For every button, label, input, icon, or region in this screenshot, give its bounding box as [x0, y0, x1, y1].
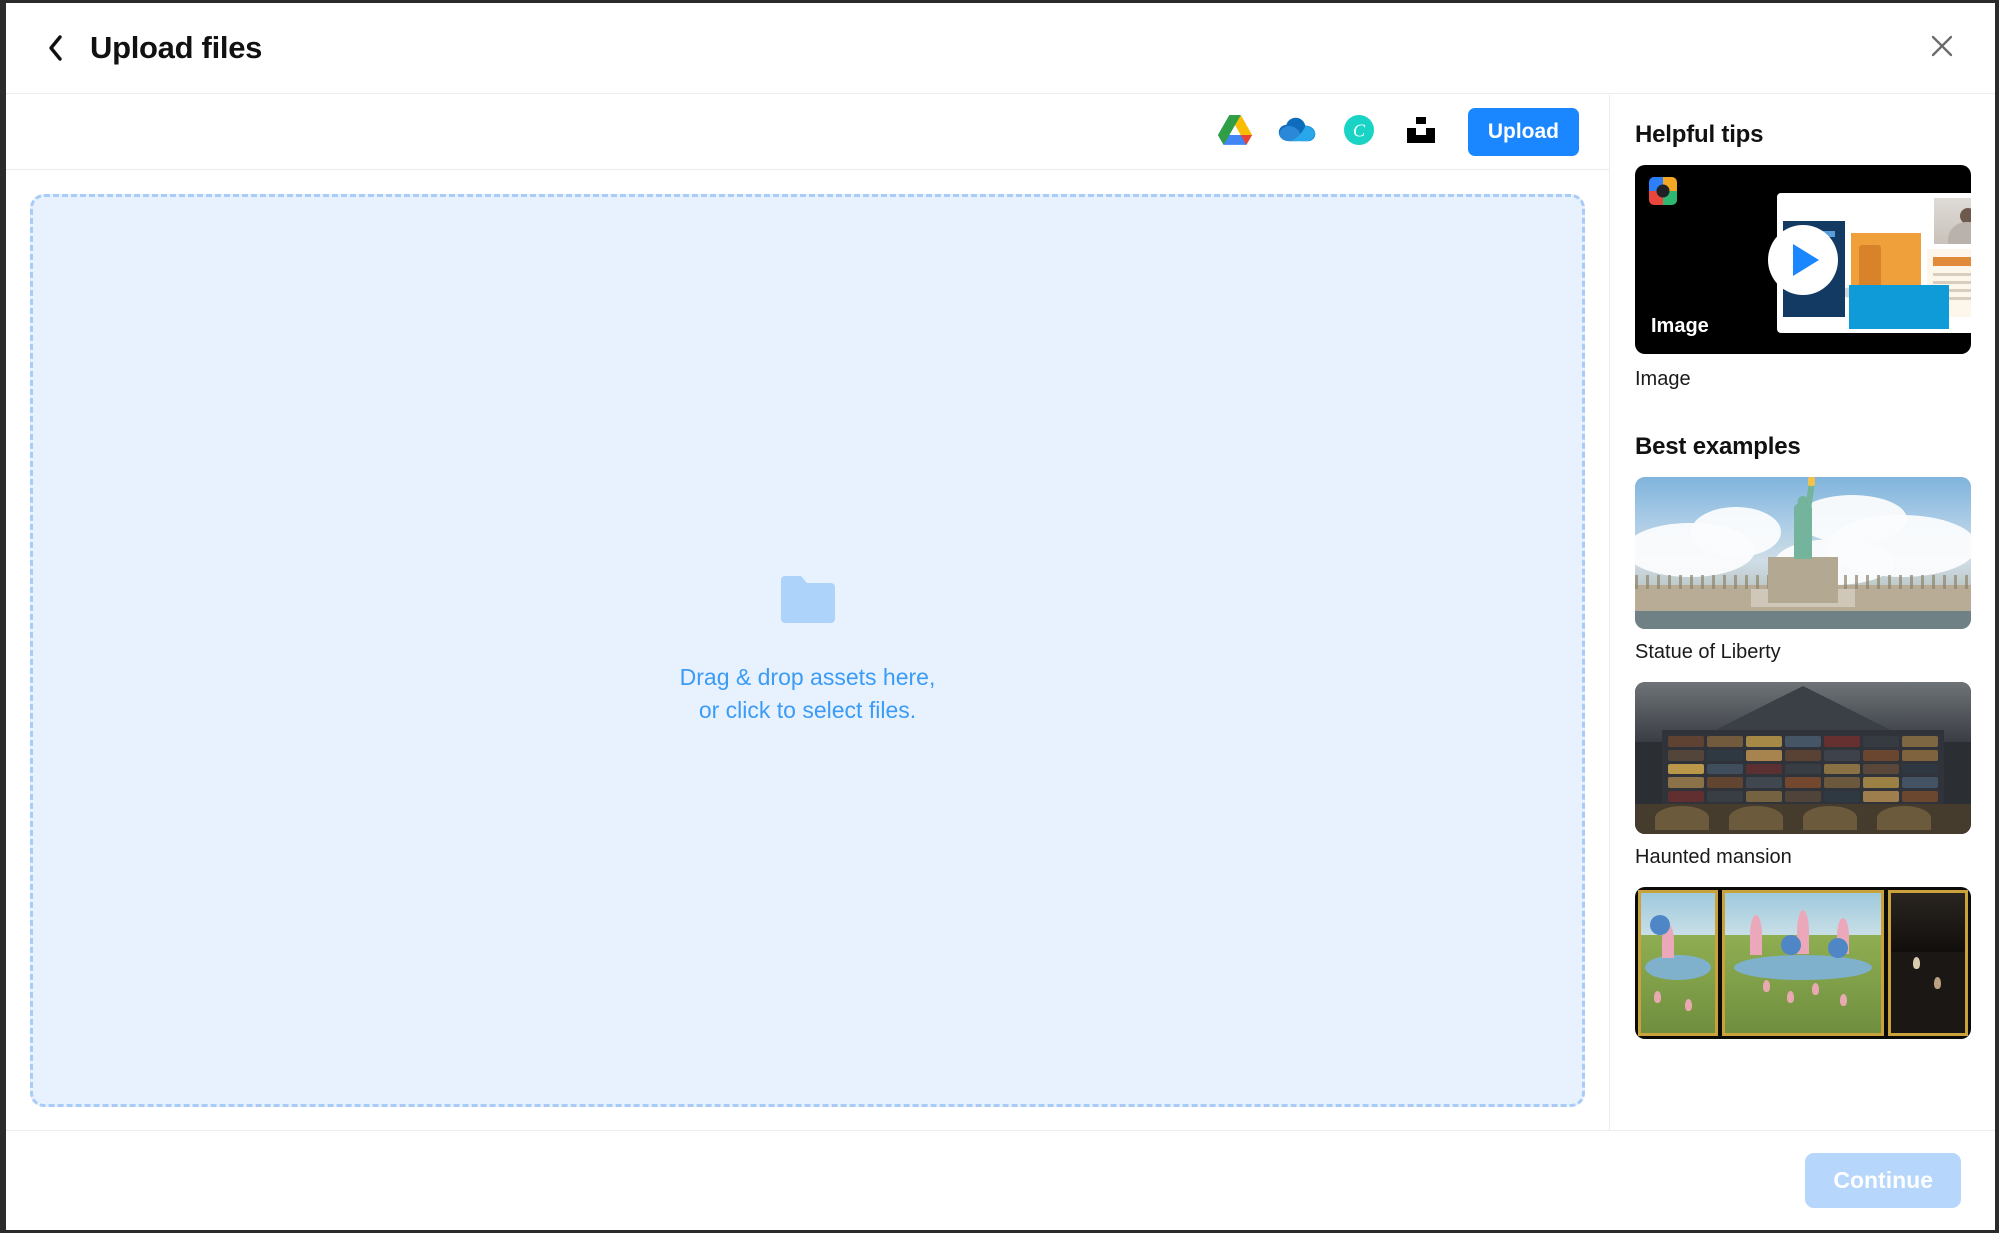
file-dropzone[interactable]: Drag & drop assets here, or click to sel…	[30, 194, 1585, 1107]
example-caption: Haunted mansion	[1635, 846, 1792, 868]
close-button[interactable]	[1921, 27, 1963, 69]
window-edge-top	[0, 0, 1999, 3]
source-canva-button[interactable]: C	[1328, 106, 1390, 158]
source-google-drive-button[interactable]	[1204, 106, 1266, 158]
folder-icon	[777, 574, 839, 631]
close-icon	[1929, 33, 1955, 64]
example-thumbnail-garden-of-earthly-delights[interactable]	[1635, 887, 1971, 1039]
upload-toolbar: C Upload	[6, 95, 1609, 170]
example-caption: Statue of Liberty	[1635, 641, 1781, 663]
example-thumbnail-statue-of-liberty[interactable]	[1635, 477, 1971, 629]
dropzone-text: Drag & drop assets here, or click to sel…	[680, 661, 936, 728]
chevron-left-icon	[45, 33, 65, 63]
upload-main-column: C Upload Drag & drop assets here, or cli…	[6, 95, 1610, 1133]
play-button[interactable]	[1768, 224, 1838, 295]
canva-icon: C	[1343, 114, 1375, 151]
upload-button[interactable]: Upload	[1467, 108, 1579, 156]
best-examples-heading: Best examples	[1635, 433, 1801, 460]
source-unsplash-button[interactable]	[1390, 106, 1452, 158]
app-logo-icon	[1649, 177, 1677, 205]
helpful-tips-heading: Helpful tips	[1635, 121, 1764, 148]
onedrive-cloud-icon	[1278, 117, 1316, 148]
continue-button[interactable]: Continue	[1805, 1153, 1961, 1208]
dropzone-line-1: Drag & drop assets here,	[679, 663, 936, 690]
back-button[interactable]	[32, 25, 78, 71]
page-title: Upload files	[90, 30, 263, 65]
example-thumbnail-haunted-mansion[interactable]	[1635, 682, 1971, 834]
svg-text:C: C	[1353, 120, 1366, 140]
example-item: Statue of Liberty	[1635, 477, 1971, 664]
source-onedrive-button[interactable]	[1266, 106, 1328, 158]
helpful-tips-sidebar: Helpful tips Image Image Best examples S…	[1611, 95, 1995, 1133]
tip-video-caption: Image	[1635, 368, 1691, 390]
example-item	[1635, 887, 1971, 1039]
window-edge-left	[0, 0, 6, 1233]
video-badge-label: Image	[1651, 315, 1709, 337]
upload-files-dialog: Upload files C Upload Drag & drop assets…	[0, 0, 1999, 1233]
dropzone-wrapper: Drag & drop assets here, or click to sel…	[6, 170, 1609, 1133]
example-item: Haunted mansion	[1635, 682, 1971, 869]
dialog-footer: Continue	[6, 1130, 1995, 1230]
window-edge-right	[1995, 0, 1999, 1233]
unsplash-icon	[1406, 116, 1436, 149]
dropzone-line-2: or click to select files.	[698, 697, 917, 723]
tip-video-card[interactable]: Image	[1635, 165, 1971, 354]
google-drive-icon	[1217, 114, 1252, 150]
dialog-header: Upload files	[6, 3, 1995, 94]
play-icon	[1793, 243, 1819, 276]
